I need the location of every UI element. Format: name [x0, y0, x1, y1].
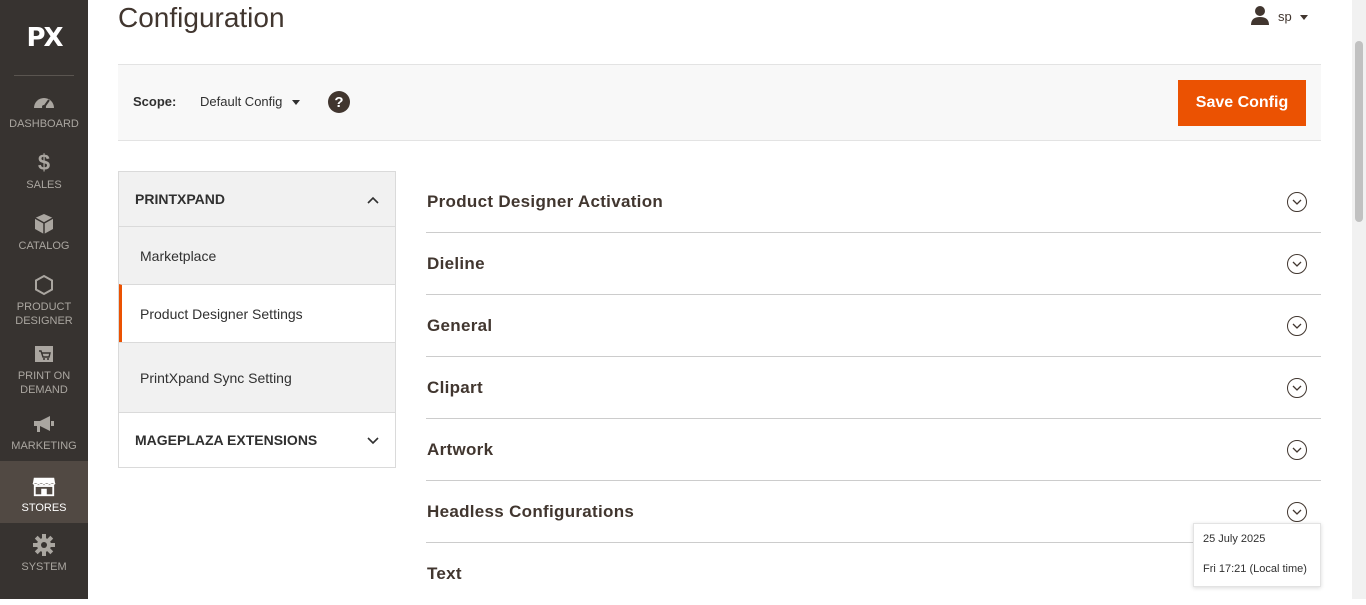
nav-item-catalog[interactable]: CATALOG	[0, 212, 88, 270]
logo-divider	[14, 75, 74, 76]
datetime-tooltip: 25 July 2025 Fri 17:21 (Local time)	[1193, 523, 1321, 587]
nav-label: CATALOG	[18, 240, 70, 252]
chevron-down-icon	[367, 432, 379, 448]
section-general[interactable]: General	[426, 295, 1321, 357]
dollar-icon: $	[37, 150, 51, 175]
caret-down-icon	[292, 94, 301, 109]
tab-item-label: Product Designer Settings	[140, 305, 303, 322]
nav-label: SALES	[26, 179, 62, 191]
help-icon[interactable]: ?	[328, 91, 350, 113]
logo-text: PX	[26, 22, 63, 53]
section-title: Text	[427, 564, 462, 583]
expand-icon	[1287, 501, 1307, 522]
section-product-designer-activation[interactable]: Product Designer Activation	[426, 171, 1321, 233]
section-dieline[interactable]: Dieline	[426, 233, 1321, 295]
nav-label: PRODUCT DESIGNER	[15, 301, 73, 327]
nav-label: SYSTEM	[21, 561, 67, 573]
section-title: General	[427, 315, 493, 335]
page-scrollbar[interactable]	[1352, 0, 1366, 599]
expand-icon	[1287, 191, 1307, 212]
hexagon-icon	[32, 273, 56, 297]
config-tabs: PRINTXPAND Marketplace Product Designer …	[118, 171, 396, 468]
gear-icon	[32, 533, 56, 557]
scope-switcher[interactable]: Default Config	[200, 94, 301, 109]
expand-icon	[1287, 377, 1307, 398]
section-title: Dieline	[427, 253, 485, 273]
box-icon	[32, 212, 56, 236]
scope-bar: Scope: Default Config ? Save Config	[118, 64, 1321, 141]
tab-group-label: PRINTXPAND	[135, 191, 225, 207]
tab-group-printxpand: PRINTXPAND Marketplace Product Designer …	[118, 171, 396, 413]
tab-item-label: PrintXpand Sync Setting	[140, 369, 292, 386]
nav-item-print-on-demand[interactable]: PRINT ON DEMAND	[0, 342, 88, 398]
tab-item-label: Marketplace	[140, 247, 217, 264]
nav-item-marketing[interactable]: MARKETING	[0, 412, 88, 460]
nav-label: MARKETING	[11, 440, 77, 452]
user-icon	[1250, 5, 1270, 28]
section-title: Clipart	[427, 377, 483, 397]
store-icon	[32, 474, 56, 498]
tab-group-title[interactable]: PRINTXPAND	[119, 172, 395, 226]
scope-label: Scope:	[133, 94, 177, 109]
scope-value: Default Config	[200, 94, 283, 109]
chevron-up-icon	[367, 191, 379, 207]
nav-label: PRINT ON DEMAND	[17, 370, 71, 396]
nav-item-dashboard[interactable]: DASHBOARD	[0, 90, 88, 148]
nav-item-system[interactable]: SYSTEM	[0, 533, 88, 591]
section-headless-configurations[interactable]: Headless Configurations	[426, 481, 1321, 543]
tab-group-title[interactable]: MAGEPLAZA EXTENSIONS	[119, 413, 395, 467]
save-config-button[interactable]: Save Config	[1178, 80, 1306, 126]
expand-icon	[1287, 439, 1307, 460]
user-name: sp	[1278, 9, 1292, 24]
nav-item-stores[interactable]: STORES	[0, 461, 88, 523]
section-artwork[interactable]: Artwork	[426, 419, 1321, 481]
nav-label: DASHBOARD	[9, 118, 79, 130]
expand-icon	[1287, 315, 1307, 336]
user-menu[interactable]: sp	[1250, 5, 1308, 28]
page-title: Configuration	[118, 2, 285, 33]
tooltip-time: Fri 17:21 (Local time)	[1203, 563, 1307, 575]
logo[interactable]: PX	[0, 0, 88, 75]
scrollbar-thumb[interactable]	[1355, 41, 1363, 222]
admin-sidebar: PX DASHBOARD $ SALES CATALOG PRODUCT DES…	[0, 0, 88, 599]
tooltip-date: 25 July 2025	[1203, 533, 1266, 545]
section-title: Headless Configurations	[427, 501, 635, 521]
nav-item-product-designer[interactable]: PRODUCT DESIGNER	[0, 273, 88, 329]
config-sections: Product Designer Activation Dieline Gene…	[426, 171, 1321, 605]
nav-label: STORES	[21, 502, 67, 514]
tab-item-marketplace[interactable]: Marketplace	[119, 226, 395, 284]
dashboard-icon	[32, 90, 56, 114]
tab-group-label: MAGEPLAZA EXTENSIONS	[135, 432, 318, 448]
expand-icon	[1287, 253, 1307, 274]
nav-item-sales[interactable]: $ SALES	[0, 151, 88, 209]
tab-group-mageplaza: MAGEPLAZA EXTENSIONS	[118, 413, 396, 468]
section-clipart[interactable]: Clipart	[426, 357, 1321, 419]
print-cart-icon	[32, 342, 56, 366]
megaphone-icon	[32, 412, 56, 436]
tab-item-printxpand-sync-setting[interactable]: PrintXpand Sync Setting	[119, 342, 395, 412]
section-title: Product Designer Activation	[427, 191, 664, 211]
section-title: Artwork	[427, 439, 494, 459]
tab-item-product-designer-settings[interactable]: Product Designer Settings	[119, 284, 395, 342]
section-text[interactable]: Text	[426, 543, 1321, 605]
caret-down-icon	[1299, 9, 1308, 24]
